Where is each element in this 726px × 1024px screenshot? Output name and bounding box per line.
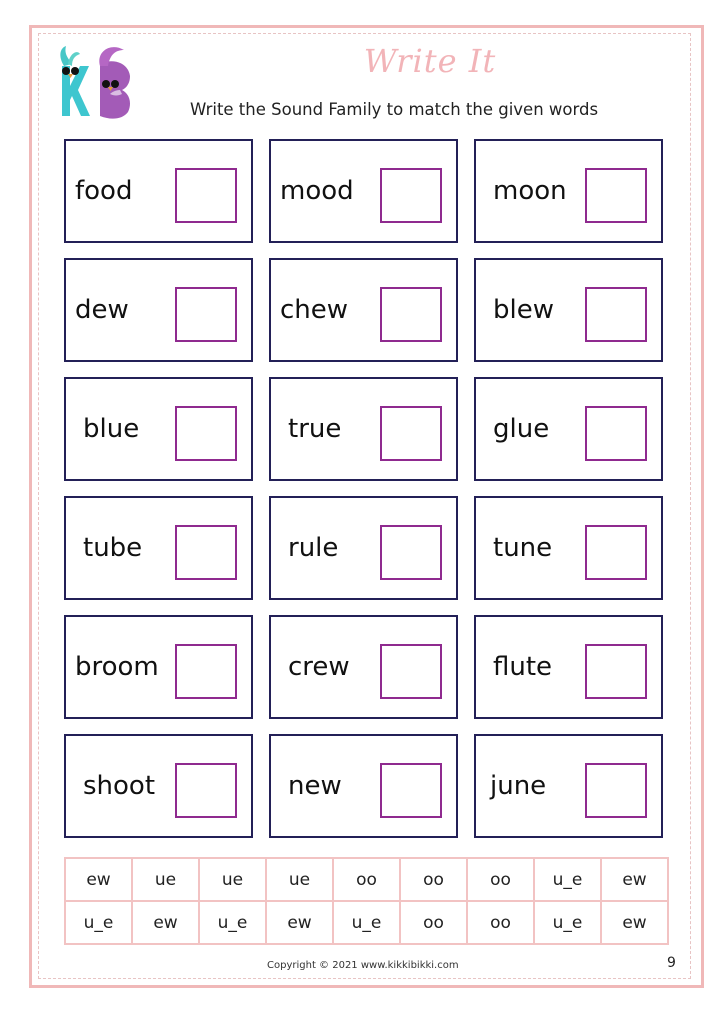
word-card: food	[64, 139, 253, 243]
sound-family-word-bank: ew ue ue ue oo oo oo u_e ew u_e ew u_e e…	[64, 857, 669, 945]
answer-box[interactable]	[175, 763, 237, 818]
word-bank-cell: ew	[600, 900, 669, 945]
word-card: new	[269, 734, 458, 838]
word-card: rule	[269, 496, 458, 600]
word-card: tune	[474, 496, 663, 600]
word-label: blew	[493, 295, 554, 325]
word-label: glue	[493, 414, 550, 444]
answer-box[interactable]	[585, 525, 647, 580]
worksheet-instruction: Write the Sound Family to match the give…	[190, 100, 599, 119]
answer-box[interactable]	[380, 525, 442, 580]
word-bank-cell: ew	[265, 900, 334, 945]
worksheet-title: Write It	[363, 42, 497, 80]
word-card: moon	[474, 139, 663, 243]
answer-box[interactable]	[380, 406, 442, 461]
word-label: june	[490, 771, 547, 801]
word-bank-cell: u_e	[198, 900, 267, 945]
word-card: chew	[269, 258, 458, 362]
word-bank-cell: ew	[600, 857, 669, 902]
word-bank-cell: oo	[466, 857, 535, 902]
word-label: shoot	[83, 771, 156, 801]
answer-box[interactable]	[380, 644, 442, 699]
word-card: true	[269, 377, 458, 481]
word-bank-row: ew ue ue ue oo oo oo u_e ew	[64, 857, 669, 902]
answer-box[interactable]	[585, 406, 647, 461]
word-bank-cell: oo	[332, 857, 401, 902]
word-card: crew	[269, 615, 458, 719]
word-bank-row: u_e ew u_e ew u_e oo oo u_e ew	[64, 900, 669, 945]
answer-box[interactable]	[175, 168, 237, 223]
word-label: mood	[280, 176, 354, 206]
word-label: tube	[83, 533, 143, 563]
word-bank-cell: u_e	[64, 900, 133, 945]
answer-box[interactable]	[380, 763, 442, 818]
word-card: shoot	[64, 734, 253, 838]
answer-box[interactable]	[175, 406, 237, 461]
word-label: broom	[75, 652, 159, 682]
answer-box[interactable]	[585, 168, 647, 223]
page-number: 9	[667, 955, 676, 971]
word-label: food	[75, 176, 133, 206]
word-label: dew	[75, 295, 129, 325]
word-label: crew	[288, 652, 350, 682]
word-card: blew	[474, 258, 663, 362]
word-card: dew	[64, 258, 253, 362]
word-bank-cell: ue	[131, 857, 200, 902]
word-bank-cell: oo	[466, 900, 535, 945]
word-label: new	[288, 771, 342, 801]
word-label: chew	[280, 295, 349, 325]
answer-box[interactable]	[380, 168, 442, 223]
word-card: flute	[474, 615, 663, 719]
word-card: tube	[64, 496, 253, 600]
word-bank-cell: ew	[131, 900, 200, 945]
word-bank-cell: u_e	[332, 900, 401, 945]
word-label: blue	[83, 414, 140, 444]
kb-logo-icon	[60, 46, 130, 119]
word-bank-cell: ue	[265, 857, 334, 902]
word-card: june	[474, 734, 663, 838]
word-card: mood	[269, 139, 458, 243]
word-card: glue	[474, 377, 663, 481]
word-label: rule	[288, 533, 339, 563]
word-bank-cell: u_e	[533, 857, 602, 902]
word-label: moon	[493, 176, 567, 206]
answer-box[interactable]	[380, 287, 442, 342]
word-label: flute	[493, 652, 553, 682]
word-bank-cell: ew	[64, 857, 133, 902]
word-card: blue	[64, 377, 253, 481]
word-label: true	[288, 414, 342, 444]
word-bank-cell: u_e	[533, 900, 602, 945]
answer-box[interactable]	[585, 763, 647, 818]
word-label: tune	[493, 533, 553, 563]
answer-box[interactable]	[585, 644, 647, 699]
copyright-text: Copyright © 2021 www.kikkibikki.com	[267, 960, 459, 971]
answer-box[interactable]	[585, 287, 647, 342]
answer-box[interactable]	[175, 644, 237, 699]
word-card: broom	[64, 615, 253, 719]
answer-box[interactable]	[175, 287, 237, 342]
word-bank-cell: ue	[198, 857, 267, 902]
answer-box[interactable]	[175, 525, 237, 580]
word-bank-cell: oo	[399, 900, 468, 945]
word-bank-cell: oo	[399, 857, 468, 902]
